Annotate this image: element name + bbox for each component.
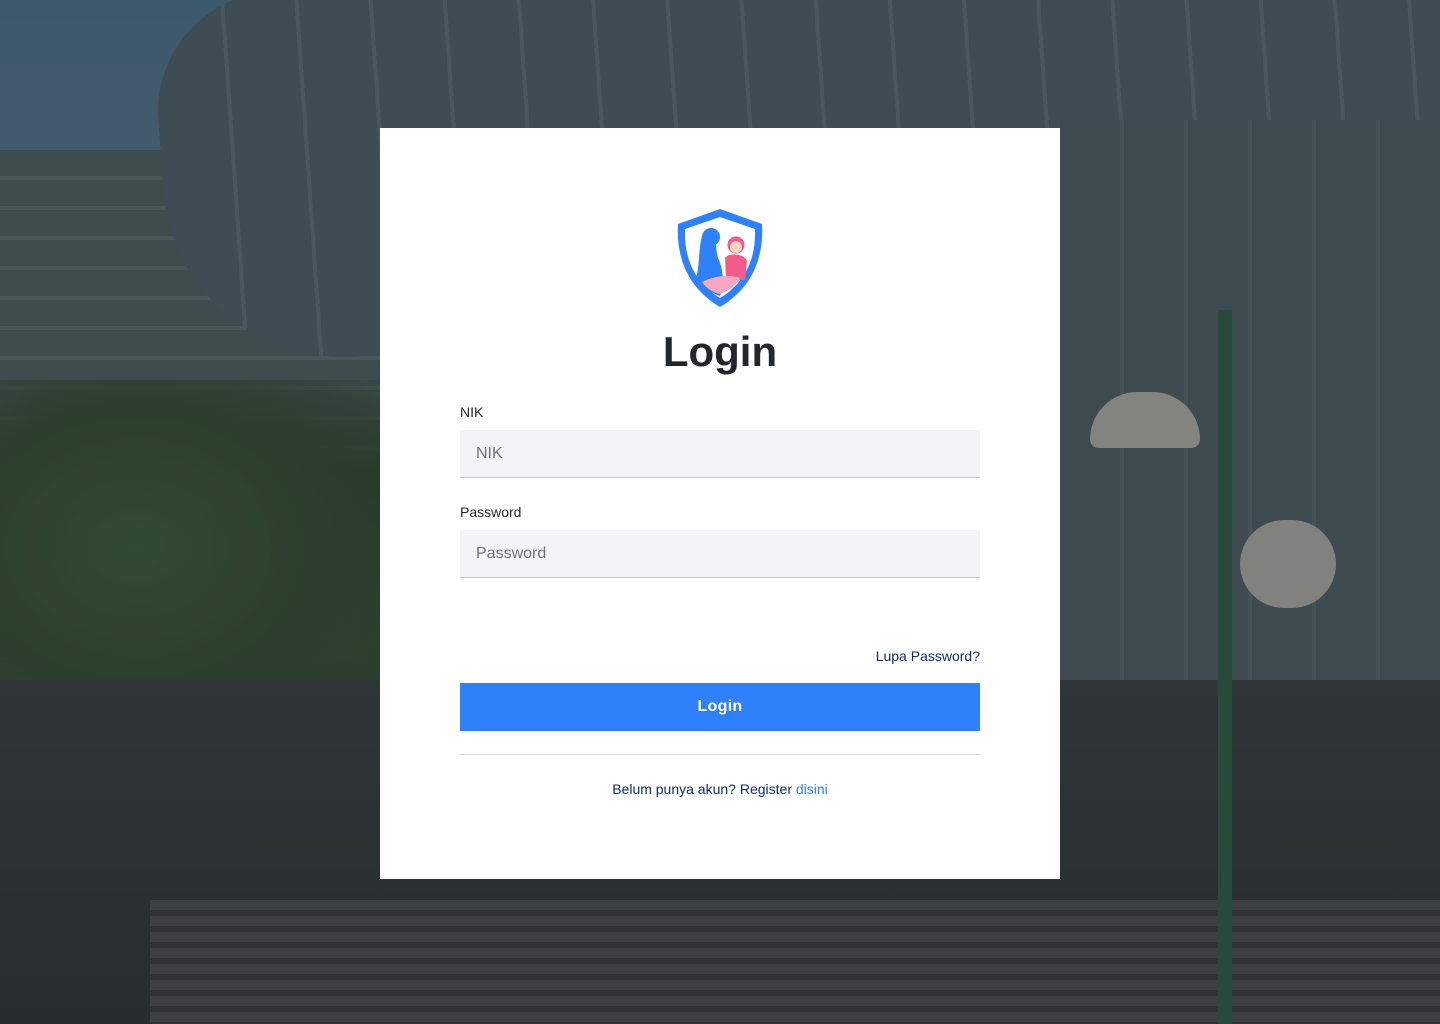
forgot-password-link[interactable]: Lupa Password? xyxy=(876,648,980,664)
password-input[interactable] xyxy=(460,530,980,578)
nik-label: NIK xyxy=(460,404,484,420)
register-prompt: Belum punya akun? Register disini xyxy=(380,781,1060,797)
mother-child-shield-icon xyxy=(672,206,768,310)
register-prompt-text: Belum punya akun? Register xyxy=(612,781,796,797)
divider xyxy=(460,754,980,755)
nik-input[interactable] xyxy=(460,430,980,478)
page-title: Login xyxy=(662,328,778,375)
register-link[interactable]: disini xyxy=(796,781,828,797)
login-card: Login NIK Password Lupa Password? Login … xyxy=(380,128,1060,879)
password-label: Password xyxy=(460,504,522,520)
login-button[interactable]: Login xyxy=(460,683,980,731)
